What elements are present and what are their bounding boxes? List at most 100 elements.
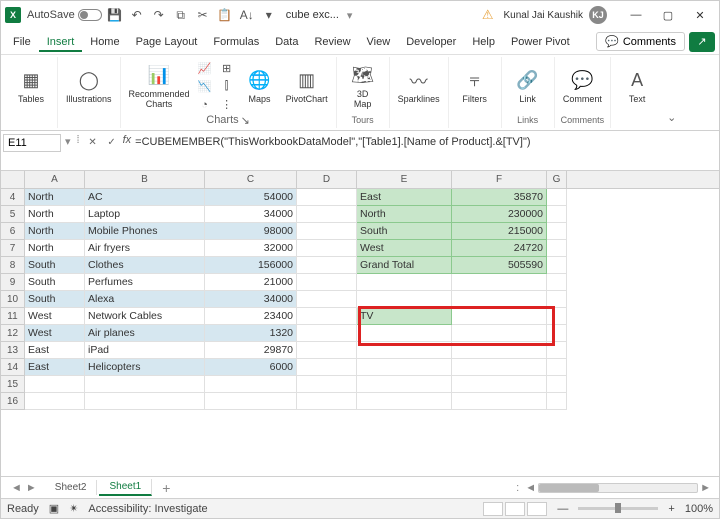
- cell[interactable]: [452, 393, 547, 410]
- row-header[interactable]: 11: [1, 308, 25, 325]
- cell[interactable]: West: [357, 240, 452, 257]
- menu-help[interactable]: Help: [464, 32, 503, 52]
- pivotchart-button[interactable]: ▥PivotChart: [284, 67, 330, 107]
- grid-body[interactable]: 4NorthAC54000East358705NorthLaptop34000N…: [1, 189, 719, 476]
- cell[interactable]: [452, 308, 547, 325]
- cell[interactable]: [452, 325, 547, 342]
- cell[interactable]: [547, 342, 567, 359]
- toggle-icon[interactable]: [78, 9, 102, 21]
- menu-formulas[interactable]: Formulas: [205, 32, 267, 52]
- cell[interactable]: 24720: [452, 240, 547, 257]
- maps-button[interactable]: 🌐Maps: [240, 67, 280, 107]
- cell[interactable]: 505590: [452, 257, 547, 274]
- cell[interactable]: [547, 291, 567, 308]
- cell[interactable]: [297, 376, 357, 393]
- row-header[interactable]: 12: [1, 325, 25, 342]
- menu-file[interactable]: File: [5, 32, 39, 52]
- normal-view-button[interactable]: [483, 502, 503, 516]
- dropdown-icon[interactable]: ▾: [262, 8, 276, 22]
- col-header[interactable]: E: [357, 171, 452, 188]
- cell[interactable]: South: [25, 291, 85, 308]
- cell[interactable]: 32000: [205, 240, 297, 257]
- undo-icon[interactable]: ↶: [130, 8, 144, 22]
- namebox-dropdown-icon[interactable]: ▾: [63, 133, 73, 150]
- cell[interactable]: 54000: [205, 189, 297, 206]
- cell[interactable]: [357, 291, 452, 308]
- cell[interactable]: [547, 274, 567, 291]
- cell[interactable]: South: [25, 257, 85, 274]
- comment-button[interactable]: 💬Comment: [561, 67, 604, 107]
- cell[interactable]: [357, 342, 452, 359]
- col-header[interactable]: C: [205, 171, 297, 188]
- comments-button[interactable]: 💬 Comments: [596, 32, 685, 51]
- menu-power-pivot[interactable]: Power Pivot: [503, 32, 578, 52]
- chart-type4-icon[interactable]: ⊞: [218, 61, 236, 77]
- cell[interactable]: 6000: [205, 359, 297, 376]
- cell[interactable]: [25, 393, 85, 410]
- cell[interactable]: 156000: [205, 257, 297, 274]
- collapse-ribbon-icon[interactable]: ⌄: [663, 107, 681, 128]
- cell[interactable]: [547, 223, 567, 240]
- cell[interactable]: [547, 376, 567, 393]
- cell[interactable]: South: [357, 223, 452, 240]
- cell[interactable]: [297, 342, 357, 359]
- macro-icon[interactable]: ▣: [49, 502, 59, 515]
- row-header[interactable]: 14: [1, 359, 25, 376]
- cell[interactable]: Helicopters: [85, 359, 205, 376]
- redo-icon[interactable]: ↷: [152, 8, 166, 22]
- cell[interactable]: [297, 206, 357, 223]
- row-header[interactable]: 9: [1, 274, 25, 291]
- accessibility-label[interactable]: Accessibility: Investigate: [88, 503, 207, 515]
- cell[interactable]: [357, 359, 452, 376]
- sheet-tab[interactable]: Sheet2: [45, 480, 98, 495]
- cell[interactable]: [547, 257, 567, 274]
- cell[interactable]: 1320: [205, 325, 297, 342]
- cell[interactable]: [297, 257, 357, 274]
- cell[interactable]: East: [25, 359, 85, 376]
- cell[interactable]: [452, 376, 547, 393]
- cell[interactable]: [547, 240, 567, 257]
- row-header[interactable]: 4: [1, 189, 25, 206]
- dialog-launcher-icon[interactable]: ↘: [241, 114, 250, 127]
- cell[interactable]: [205, 376, 297, 393]
- cell[interactable]: [357, 376, 452, 393]
- menu-page-layout[interactable]: Page Layout: [128, 32, 206, 52]
- horizontal-scrollbar[interactable]: [538, 483, 698, 493]
- cell[interactable]: [85, 376, 205, 393]
- sort-asc-icon[interactable]: A↓: [240, 8, 254, 22]
- cell[interactable]: AC: [85, 189, 205, 206]
- cell[interactable]: [547, 325, 567, 342]
- cell[interactable]: [297, 325, 357, 342]
- cell[interactable]: iPad: [85, 342, 205, 359]
- cell[interactable]: [357, 393, 452, 410]
- filters-button[interactable]: ⫧Filters: [455, 67, 495, 107]
- chart-type3-icon[interactable]: ◔: [196, 97, 214, 113]
- cell[interactable]: [85, 393, 205, 410]
- cell[interactable]: Grand Total: [357, 257, 452, 274]
- cell[interactable]: [297, 393, 357, 410]
- sheet-tab[interactable]: Sheet1: [99, 479, 152, 496]
- cell[interactable]: [547, 206, 567, 223]
- cell[interactable]: North: [25, 240, 85, 257]
- zoom-slider[interactable]: [578, 507, 658, 510]
- cell[interactable]: [452, 359, 547, 376]
- cell[interactable]: 21000: [205, 274, 297, 291]
- cell[interactable]: [297, 291, 357, 308]
- tables-button[interactable]: ▦Tables: [11, 67, 51, 107]
- cell[interactable]: 215000: [452, 223, 547, 240]
- link-button[interactable]: 🔗Link: [508, 67, 548, 107]
- cell[interactable]: Air fryers: [85, 240, 205, 257]
- cell[interactable]: Air planes: [85, 325, 205, 342]
- file-name[interactable]: cube exc...: [286, 9, 339, 21]
- scroll-right-icon[interactable]: ►: [700, 482, 711, 494]
- share-button[interactable]: ↗: [689, 32, 715, 52]
- menu-review[interactable]: Review: [306, 32, 358, 52]
- enter-formula-icon[interactable]: ✓: [104, 134, 120, 150]
- cell[interactable]: [547, 393, 567, 410]
- cell[interactable]: [25, 376, 85, 393]
- cell[interactable]: 34000: [205, 291, 297, 308]
- page-layout-view-button[interactable]: [505, 502, 525, 516]
- accessibility-icon[interactable]: ✴: [69, 502, 78, 515]
- cell[interactable]: [297, 223, 357, 240]
- cell[interactable]: East: [357, 189, 452, 206]
